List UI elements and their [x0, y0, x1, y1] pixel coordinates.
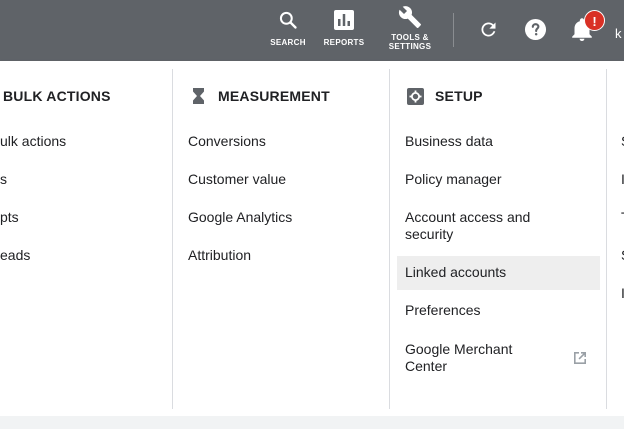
- settings-gear-icon: [407, 88, 424, 110]
- setup-item-account-access[interactable]: Account access and security: [405, 209, 565, 243]
- help-icon[interactable]: [524, 18, 547, 46]
- tools-settings-menu-panel: BULK ACTIONS ulk actions s pts eads MEAS…: [0, 61, 624, 416]
- tools-settings-label: TOOLS & SETTINGS: [388, 33, 432, 51]
- open-in-new-icon: [571, 349, 589, 372]
- setup-item-preferences[interactable]: Preferences: [405, 302, 480, 319]
- measurement-item-attribution[interactable]: Attribution: [188, 247, 251, 264]
- notification-badge: !: [584, 10, 605, 31]
- search-icon: [278, 10, 298, 35]
- measurement-item-conversions[interactable]: Conversions: [188, 133, 266, 150]
- setup-item-business-data[interactable]: Business data: [405, 133, 493, 150]
- reports-button[interactable]: REPORTS: [321, 0, 367, 61]
- reports-label: REPORTS: [323, 38, 365, 47]
- top-navigation-bar: SEARCH REPORTS TOOLS & SETTINGS ! k: [0, 0, 624, 61]
- column-divider: [606, 69, 607, 409]
- bulk-actions-item-scripts[interactable]: pts: [0, 209, 19, 226]
- setup-item-policy-manager[interactable]: Policy manager: [405, 171, 502, 188]
- measurement-item-customer-value[interactable]: Customer value: [188, 171, 286, 188]
- column-divider: [172, 69, 173, 409]
- user-account-initial[interactable]: k: [615, 26, 622, 41]
- page-background-below: [0, 416, 624, 429]
- bulk-actions-item-all[interactable]: ulk actions: [0, 133, 66, 150]
- measurement-item-google-analytics[interactable]: Google Analytics: [188, 209, 292, 226]
- refresh-icon[interactable]: [478, 19, 499, 45]
- setup-heading: SETUP: [435, 88, 483, 104]
- tools-settings-button[interactable]: TOOLS & SETTINGS: [384, 0, 436, 61]
- toolbar-divider: [453, 13, 454, 47]
- bar-chart-icon: [334, 10, 354, 35]
- bulk-actions-item-uploads[interactable]: eads: [0, 247, 30, 264]
- bulk-actions-heading: BULK ACTIONS: [3, 88, 111, 104]
- setup-item-google-merchant-center[interactable]: Google Merchant Center: [405, 341, 545, 375]
- bulk-actions-item-rules[interactable]: s: [0, 171, 7, 188]
- wrench-icon: [398, 5, 422, 34]
- search-label: SEARCH: [270, 38, 306, 47]
- column-divider: [389, 69, 390, 409]
- hourglass-icon: [192, 87, 205, 110]
- measurement-heading: MEASUREMENT: [218, 88, 330, 104]
- search-button[interactable]: SEARCH: [266, 0, 310, 61]
- setup-item-linked-accounts[interactable]: Linked accounts: [405, 264, 506, 281]
